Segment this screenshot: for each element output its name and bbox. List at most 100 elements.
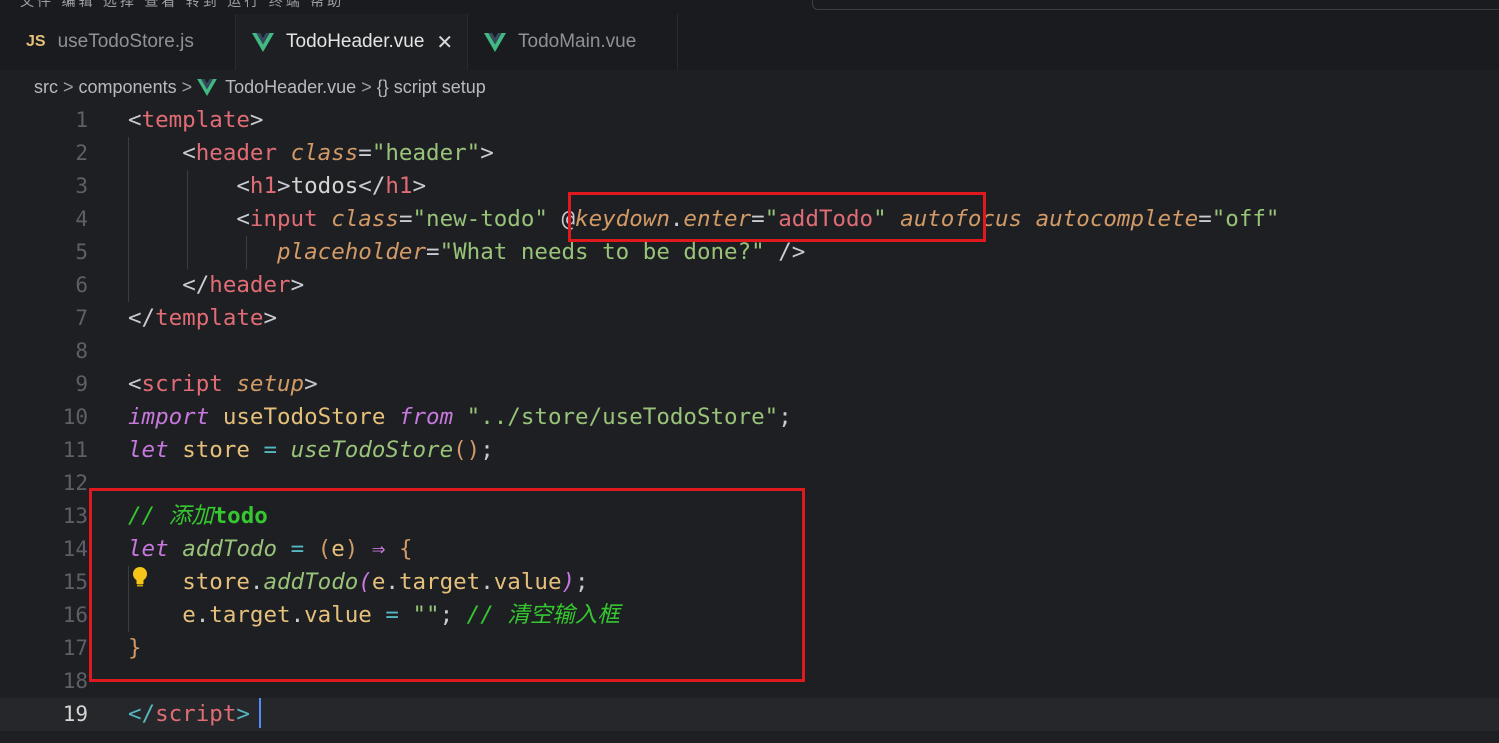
code-token: > bbox=[236, 701, 250, 727]
breadcrumb-separator: > bbox=[361, 76, 372, 97]
line-number: 13 bbox=[62, 504, 88, 528]
breadcrumb-separator: > bbox=[181, 76, 193, 97]
code-text: </template> bbox=[128, 302, 277, 335]
code-token: useTodoStore bbox=[222, 404, 386, 430]
code-token: class bbox=[290, 140, 359, 166]
code-token: = bbox=[358, 140, 372, 166]
code-token: class bbox=[331, 206, 399, 232]
code-token: autocomplete bbox=[1035, 206, 1199, 232]
code-token: "off" bbox=[1211, 206, 1280, 232]
code-token: script bbox=[141, 371, 223, 397]
line-number: 5 bbox=[75, 240, 88, 264]
code-line[interactable]: 1 <template> bbox=[0, 104, 1499, 137]
breadcrumb-separator: > bbox=[63, 76, 74, 97]
code-token: "../store/useTodoStore" bbox=[466, 404, 779, 430]
code-token: > bbox=[304, 371, 318, 397]
code-token: "What needs to be done?" bbox=[439, 239, 765, 265]
highlight-box-keydown-enter bbox=[568, 192, 986, 242]
tab-todoheader-vue[interactable]: TodoHeader.vue ✕ bbox=[236, 14, 468, 70]
code-token: header bbox=[195, 140, 278, 166]
code-token: "header" bbox=[371, 140, 481, 166]
code-token: input bbox=[249, 206, 318, 232]
code-token: > bbox=[412, 173, 427, 199]
command-center-search[interactable] bbox=[812, 0, 1499, 10]
code-token: header bbox=[209, 272, 291, 298]
code-token: </ bbox=[128, 305, 156, 331]
code-token: ; bbox=[480, 437, 494, 463]
code-token: ; bbox=[778, 404, 792, 430]
line-number: 17 bbox=[62, 636, 88, 660]
code-token: = bbox=[1198, 206, 1212, 232]
vue-file-icon bbox=[252, 32, 274, 52]
tab-label: TodoMain.vue bbox=[518, 31, 637, 52]
code-token: import bbox=[128, 404, 210, 430]
lightbulb-icon[interactable] bbox=[131, 566, 149, 592]
code-token: > bbox=[263, 305, 278, 331]
code-token: > bbox=[480, 140, 494, 166]
code-token: template bbox=[155, 305, 264, 331]
code-line[interactable]: 19 </script> bbox=[0, 698, 1499, 731]
close-icon[interactable]: ✕ bbox=[436, 30, 453, 55]
line-number: 7 bbox=[75, 306, 88, 330]
code-text: <h1>todos</h1> bbox=[128, 170, 426, 203]
code-line[interactable]: 7 </template> bbox=[0, 302, 1499, 335]
code-token: script bbox=[155, 701, 237, 727]
code-line[interactable]: 6 </header> bbox=[0, 269, 1499, 302]
code-token: h1 bbox=[249, 173, 278, 199]
code-text: <script setup> bbox=[128, 368, 318, 401]
code-token: placeholder bbox=[277, 239, 427, 265]
code-token: < bbox=[182, 140, 196, 166]
code-token: let bbox=[128, 437, 169, 463]
code-line[interactable]: 9 <script setup> bbox=[0, 368, 1499, 401]
line-number: 1 bbox=[75, 108, 88, 132]
code-line[interactable]: 10 import useTodoStore from "../store/use… bbox=[0, 401, 1499, 434]
code-token: () bbox=[453, 437, 481, 463]
code-token: "new-todo" bbox=[412, 206, 548, 232]
code-token: > bbox=[277, 173, 291, 199]
menu-bar-fragment: 文件 编辑 选择 查看 转到 运行 终端 帮助 bbox=[20, 0, 345, 10]
line-number: 6 bbox=[75, 273, 88, 297]
code-line[interactable]: 11 let store = useTodoStore(); bbox=[0, 434, 1499, 467]
code-token: h1 bbox=[385, 173, 413, 199]
line-number: 14 bbox=[62, 537, 88, 561]
code-token: setup bbox=[236, 371, 305, 397]
line-number: 19 bbox=[62, 702, 88, 726]
line-number: 10 bbox=[62, 405, 88, 429]
tab-todomain-vue[interactable]: TodoMain.vue bbox=[468, 14, 678, 70]
title-bar: 文件 编辑 选择 查看 转到 运行 终端 帮助 bbox=[0, 0, 1499, 14]
code-token: </ bbox=[128, 701, 156, 727]
breadcrumb-item-components[interactable]: components bbox=[79, 77, 177, 98]
code-line[interactable]: 8 bbox=[0, 335, 1499, 368]
line-number: 18 bbox=[62, 669, 88, 693]
code-text: </header> bbox=[128, 269, 304, 302]
line-number: 16 bbox=[62, 603, 88, 627]
js-file-icon: JS bbox=[26, 33, 46, 50]
code-token: </ bbox=[182, 272, 210, 298]
code-token: template bbox=[141, 107, 250, 133]
code-token: = bbox=[426, 239, 440, 265]
code-token: < bbox=[128, 107, 142, 133]
line-number: 15 bbox=[62, 570, 88, 594]
code-token: < bbox=[236, 173, 250, 199]
breadcrumb-item-src[interactable]: src bbox=[34, 77, 58, 98]
breadcrumb-item-symbol[interactable]: {} script setup bbox=[377, 77, 486, 98]
code-line[interactable]: 2 <header class="header"> bbox=[0, 137, 1499, 170]
tab-usetodostore-js[interactable]: JS useTodoStore.js bbox=[10, 14, 236, 70]
breadcrumb-item-file[interactable]: TodoHeader.vue bbox=[225, 77, 356, 98]
line-number: 3 bbox=[75, 174, 88, 198]
vue-file-icon bbox=[484, 32, 506, 52]
